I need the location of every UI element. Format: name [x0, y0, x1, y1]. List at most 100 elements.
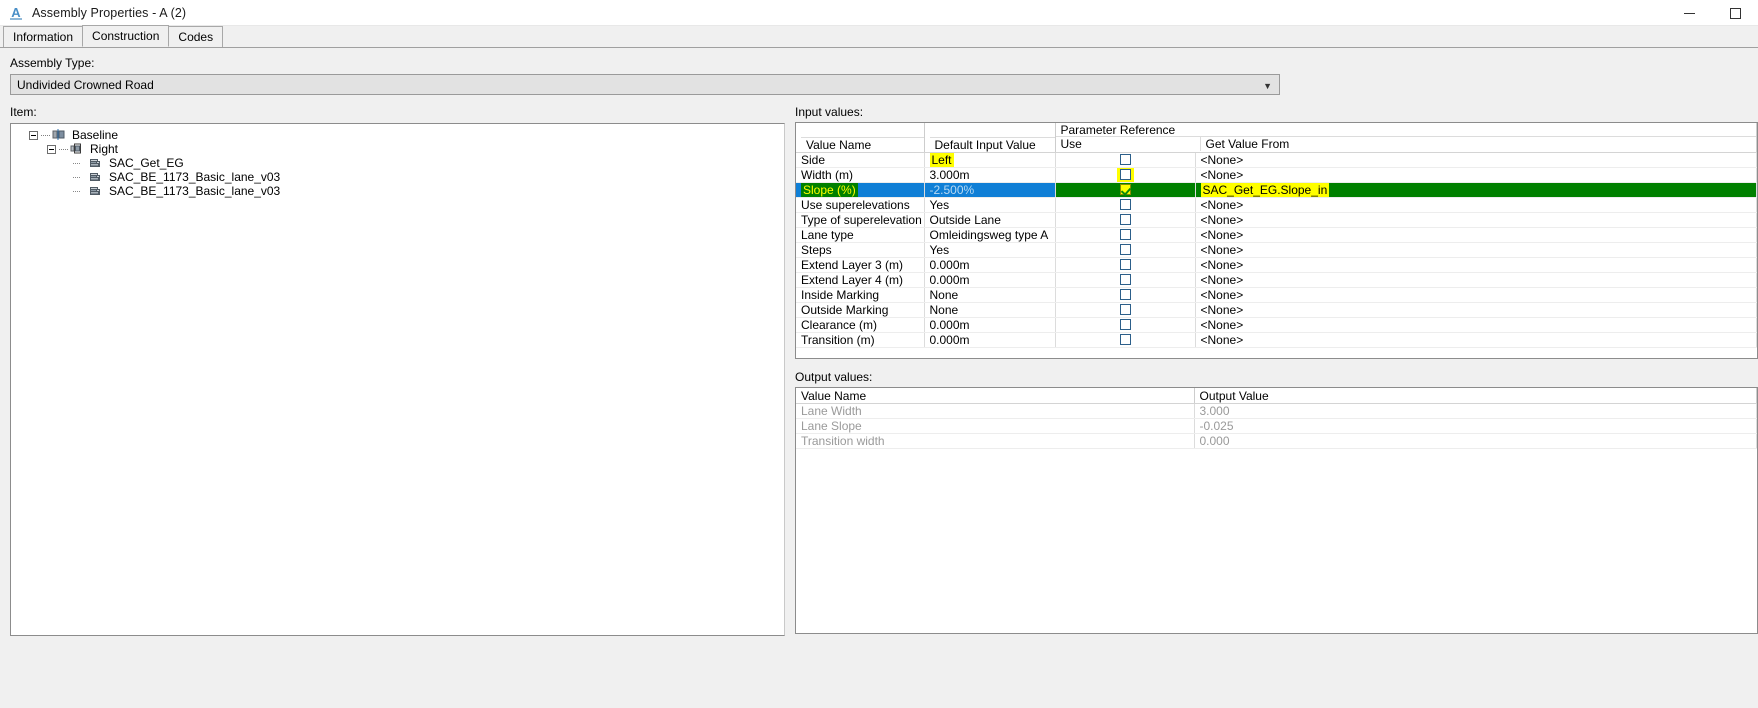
input-row-source[interactable]: <None> — [1195, 272, 1757, 288]
input-row-value[interactable]: Yes — [924, 197, 1056, 213]
input-row-source[interactable]: <None> — [1195, 242, 1757, 258]
input-row-source[interactable]: <None> — [1195, 167, 1757, 183]
input-row-source[interactable]: <None> — [1195, 197, 1757, 213]
input-row-use-checkbox[interactable] — [1055, 272, 1196, 288]
tab-information[interactable]: Information — [3, 26, 84, 47]
window-title: Assembly Properties - A (2) — [32, 5, 187, 20]
expander-icon[interactable] — [47, 144, 56, 154]
input-row-use-checkbox[interactable] — [1055, 167, 1196, 183]
output-row-value: 0.000 — [1194, 433, 1757, 449]
table-row[interactable]: Use superelevations Yes <None> — [796, 197, 1757, 213]
subassembly-icon — [89, 171, 103, 183]
input-row-source[interactable]: <None> — [1195, 212, 1757, 228]
input-row-use-checkbox[interactable] — [1055, 242, 1196, 258]
table-row[interactable]: Inside Marking None <None> — [796, 287, 1757, 303]
item-tree[interactable]: Baseline Right SAC_Get_EG SAC_BE_1173_Ba… — [10, 123, 785, 636]
tree-node-subassembly[interactable]: SAC_BE_1173_Basic_lane_v03 — [11, 184, 784, 198]
input-row-name: Width (m) — [796, 167, 925, 183]
tab-strip: Information Construction Codes — [0, 25, 1758, 48]
input-row-source[interactable]: <None> — [1195, 317, 1757, 333]
input-header-get-value-from: Get Value From — [1205, 137, 1290, 151]
table-row[interactable]: Outside Marking None <None> — [796, 302, 1757, 318]
output-values-label: Output values: — [795, 370, 873, 384]
group-icon — [70, 143, 84, 155]
input-row-value[interactable]: 3.000m — [924, 167, 1056, 183]
assembly-type-dropdown[interactable]: Undivided Crowned Road ▼ — [10, 74, 1280, 95]
output-values-grid[interactable]: Value Name Output Value Lane Width 3.000 — [795, 387, 1758, 634]
tree-node-subassembly-label: SAC_Get_EG — [109, 156, 184, 170]
tree-node-subassembly-label: SAC_BE_1173_Basic_lane_v03 — [109, 184, 281, 198]
input-row-name: Outside Marking — [796, 302, 925, 318]
assembly-type-value: Undivided Crowned Road — [17, 77, 154, 92]
input-row-value[interactable]: Left — [924, 152, 1056, 168]
subassembly-icon — [89, 157, 103, 169]
output-row-name: Lane Width — [796, 403, 1195, 419]
input-row-value[interactable]: 0.000m — [924, 257, 1056, 273]
input-row-use-checkbox[interactable] — [1055, 317, 1196, 333]
input-row-name: Transition (m) — [796, 332, 925, 348]
input-row-use-checkbox[interactable] — [1055, 227, 1196, 243]
table-row[interactable]: Steps Yes <None> — [796, 242, 1757, 258]
input-row-name: Slope (%) — [796, 182, 925, 198]
input-row-source[interactable]: <None> — [1195, 257, 1757, 273]
chevron-down-icon[interactable]: ▼ — [1263, 75, 1272, 96]
input-row-source[interactable]: <None> — [1195, 332, 1757, 348]
input-row-use-checkbox[interactable] — [1055, 212, 1196, 228]
input-row-use-checkbox[interactable] — [1055, 302, 1196, 318]
input-row-use-checkbox[interactable] — [1055, 257, 1196, 273]
table-row[interactable]: Width (m) 3.000m <None> — [796, 167, 1757, 183]
input-row-value[interactable]: None — [924, 302, 1056, 318]
table-row[interactable]: Extend Layer 3 (m) 0.000m <None> — [796, 257, 1757, 273]
input-row-value[interactable]: -2.500% — [924, 182, 1056, 198]
input-row-name: Inside Marking — [796, 287, 925, 303]
input-header-use: Use — [1061, 137, 1201, 151]
bottom-strip — [0, 700, 1758, 708]
expander-icon[interactable] — [29, 130, 38, 140]
tab-codes-label: Codes — [178, 30, 214, 44]
input-row-name: Extend Layer 4 (m) — [796, 272, 925, 288]
input-row-source[interactable]: <None> — [1195, 287, 1757, 303]
input-row-value[interactable]: 0.000m — [924, 272, 1056, 288]
tab-codes[interactable]: Codes — [168, 26, 224, 47]
tree-node-subassembly[interactable]: SAC_BE_1173_Basic_lane_v03 — [11, 170, 784, 184]
input-row-value[interactable]: Omleidingsweg type A — [924, 227, 1056, 243]
input-row-source[interactable]: <None> — [1195, 302, 1757, 318]
input-row-name: Lane type — [796, 227, 925, 243]
tree-node-baseline[interactable]: Baseline — [11, 128, 784, 142]
input-row-value[interactable]: None — [924, 287, 1056, 303]
input-row-name: Type of superelevation — [796, 212, 925, 228]
input-values-grid[interactable]: Value Name Default Input Value Parameter… — [795, 122, 1758, 359]
minimize-icon[interactable] — [1666, 0, 1712, 26]
input-row-source[interactable]: <None> — [1195, 227, 1757, 243]
input-row-name: Steps — [796, 242, 925, 258]
table-row[interactable]: Type of superelevation Outside Lane <Non… — [796, 212, 1757, 228]
input-row-value[interactable]: 0.000m — [924, 332, 1056, 348]
table-row[interactable]: Transition (m) 0.000m <None> — [796, 332, 1757, 348]
table-row[interactable]: Slope (%) -2.500% SAC_Get_EG.Slope_in — [796, 182, 1757, 198]
table-row[interactable]: Clearance (m) 0.000m <None> — [796, 317, 1757, 333]
input-row-value[interactable]: Yes — [924, 242, 1056, 258]
tree-node-right[interactable]: Right — [11, 142, 784, 156]
input-row-use-checkbox[interactable] — [1055, 332, 1196, 348]
input-row-use-checkbox[interactable] — [1055, 287, 1196, 303]
table-row[interactable]: Side Left <None> — [796, 152, 1757, 168]
output-values-body: Lane Width 3.000 Lane Slope -0.025 Trans… — [796, 403, 1757, 449]
input-header-default-input-value: Default Input Value — [924, 123, 1056, 153]
input-values-body: Side Left <None> Width (m) 3.000m <None> — [796, 152, 1757, 348]
tree-node-subassembly[interactable]: SAC_Get_EG — [11, 156, 784, 170]
input-row-use-checkbox[interactable] — [1055, 197, 1196, 213]
input-row-source[interactable]: SAC_Get_EG.Slope_in — [1195, 182, 1757, 198]
tab-construction[interactable]: Construction — [82, 25, 170, 47]
input-row-name: Use superelevations — [796, 197, 925, 213]
input-row-value[interactable]: Outside Lane — [924, 212, 1056, 228]
input-row-use-checkbox[interactable] — [1055, 182, 1196, 198]
input-row-value[interactable]: 0.000m — [924, 317, 1056, 333]
table-row[interactable]: Extend Layer 4 (m) 0.000m <None> — [796, 272, 1757, 288]
table-row[interactable]: Lane type Omleidingsweg type A <None> — [796, 227, 1757, 243]
input-row-source[interactable]: <None> — [1195, 152, 1757, 168]
output-header-row: Value Name Output Value — [796, 388, 1757, 404]
output-row-value: 3.000 — [1194, 403, 1757, 419]
baseline-icon — [52, 129, 66, 141]
input-row-use-checkbox[interactable] — [1055, 152, 1196, 168]
maximize-icon[interactable] — [1712, 0, 1758, 26]
